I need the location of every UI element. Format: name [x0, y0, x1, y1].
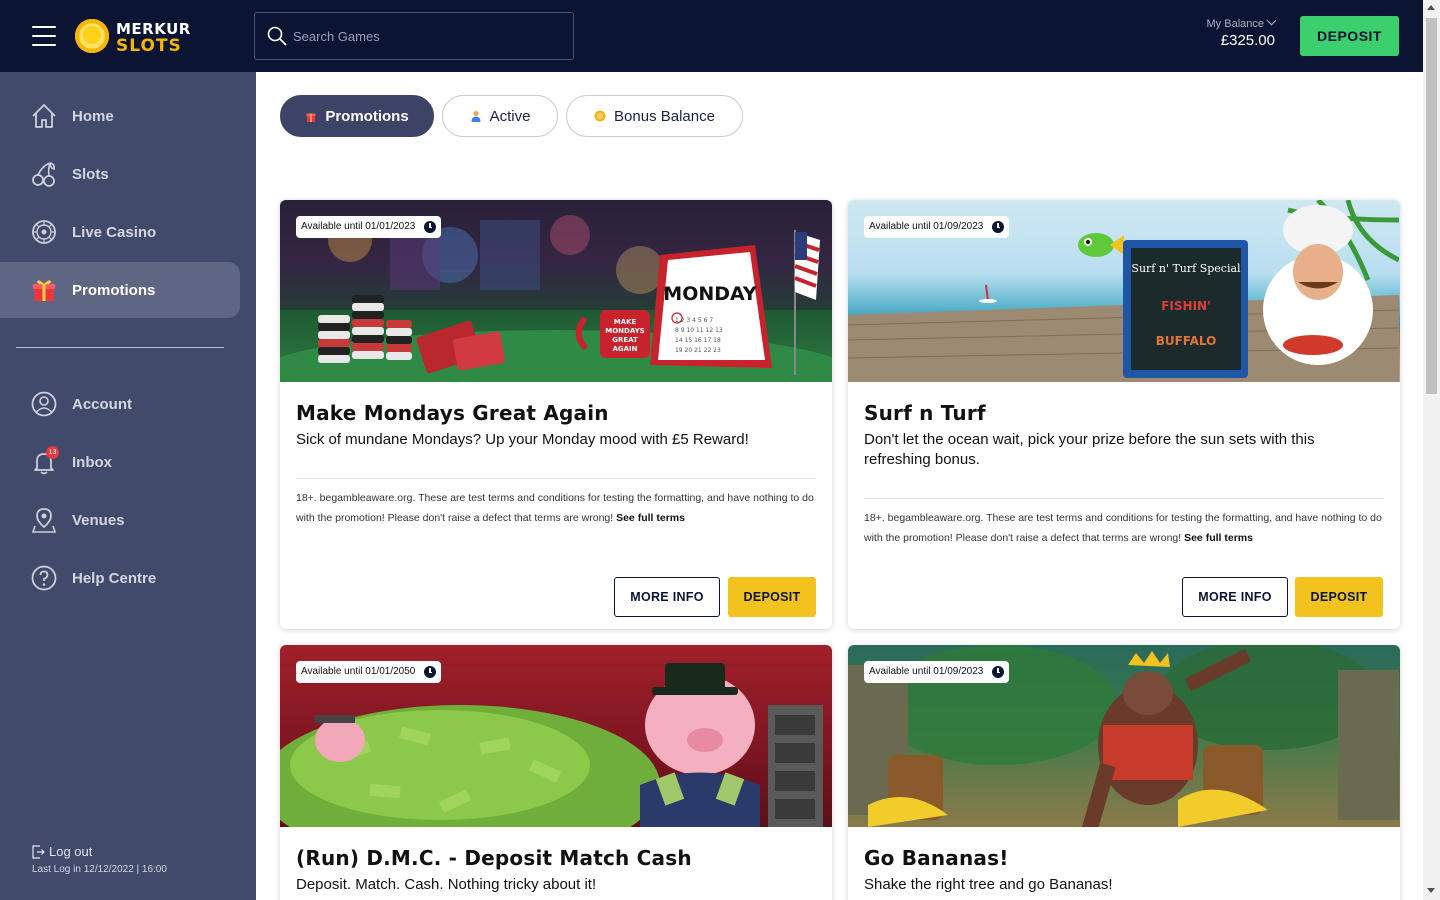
promotion-description: Don't let the ocean wait, pick your priz…	[864, 431, 1315, 468]
promotion-description: Sick of mundane Mondays? Up your Monday …	[296, 431, 749, 448]
balance-label: My Balance	[1206, 18, 1264, 30]
tab-bonus-balance[interactable]: Bonus Balance	[566, 95, 743, 137]
deposit-button[interactable]: DEPOSIT	[1295, 577, 1383, 617]
search-icon	[267, 26, 287, 46]
svg-text:19 20 21 22 23: 19 20 21 22 23	[675, 347, 721, 354]
search-input[interactable]	[293, 13, 563, 59]
inbox-badge: 13	[46, 446, 59, 459]
roulette-icon	[32, 220, 56, 244]
promotion-title: Make Mondays Great Again	[296, 401, 609, 425]
scroll-down-arrow-icon[interactable]	[1427, 888, 1435, 893]
logout-icon	[32, 844, 45, 859]
svg-text:BUFFALO: BUFFALO	[1156, 334, 1217, 348]
logout-link[interactable]: Log out	[32, 844, 92, 859]
availability-badge: Available until 01/09/2023	[864, 661, 1010, 683]
tab-active[interactable]: Active	[442, 95, 558, 137]
sidebar-item-help-centre[interactable]: Help Centre	[0, 550, 240, 606]
see-full-terms-link[interactable]: See full terms	[616, 512, 685, 524]
help-icon	[31, 565, 57, 591]
scroll-up-arrow-icon[interactable]	[1427, 5, 1435, 10]
promotion-banner-image: Available until 01/01/2050	[280, 645, 832, 827]
coin-icon	[594, 110, 606, 122]
sidebar: Home Slots Live Casino Promotions Accoun…	[0, 72, 256, 900]
balance-amount: £325.00	[1220, 32, 1275, 49]
sidebar-divider	[16, 347, 224, 348]
promotion-card: MAKE MONDAYS GREAT AGAIN MONDAY 1 2 3 4 …	[280, 200, 832, 629]
gift-icon	[306, 113, 316, 122]
balance-display[interactable]: My Balance £325.00	[1206, 15, 1277, 49]
svg-text:MONDAYS: MONDAYS	[605, 327, 644, 335]
see-full-terms-link[interactable]: See full terms	[1184, 532, 1253, 544]
tab-label: Bonus Balance	[614, 107, 715, 125]
promotion-card: Available until 01/01/2050 (Run) D.M.C. …	[280, 645, 832, 900]
promotion-title: (Run) D.M.C. - Deposit Match Cash	[296, 846, 692, 870]
clock-icon	[424, 666, 437, 678]
promotion-card: Available until 01/09/2023 Go Bananas! S…	[848, 645, 1400, 900]
availability-badge: Available until 01/01/2023	[296, 216, 442, 238]
promotion-card: Surf n' Turf Special FISHIN' BUFFALO Ava…	[848, 200, 1400, 629]
promotion-title: Surf n Turf	[864, 401, 986, 425]
clock-icon	[992, 666, 1005, 678]
menu-icon[interactable]	[32, 26, 56, 46]
header-deposit-button[interactable]: DEPOSIT	[1300, 16, 1399, 56]
svg-text:8 9 10 11 12 13: 8 9 10 11 12 13	[675, 327, 723, 334]
more-info-button[interactable]: MORE INFO	[614, 577, 720, 617]
chevron-down-icon	[1266, 15, 1277, 26]
top-bar: MERKUR SLOTS My Balance £325.00 DEPOSIT	[0, 0, 1423, 72]
promotion-banner-image: MAKE MONDAYS GREAT AGAIN MONDAY 1 2 3 4 …	[280, 200, 832, 382]
more-info-button[interactable]: MORE INFO	[1182, 577, 1288, 617]
svg-text:Surf n' Turf Special: Surf n' Turf Special	[1131, 262, 1241, 275]
availability-badge: Available until 01/09/2023	[864, 216, 1010, 238]
card-divider	[864, 498, 1384, 499]
availability-badge: Available until 01/01/2050	[296, 661, 442, 683]
clock-icon	[424, 221, 437, 233]
sidebar-item-slots[interactable]: Slots	[0, 146, 240, 202]
logout-label: Log out	[49, 844, 93, 859]
sidebar-item-account[interactable]: Account	[0, 376, 240, 432]
promotion-banner-image: Surf n' Turf Special FISHIN' BUFFALO Ava…	[848, 200, 1400, 382]
svg-text:MONDAY: MONDAY	[663, 283, 757, 305]
sidebar-item-live-casino[interactable]: Live Casino	[0, 204, 240, 260]
promotion-terms: 18+. begambleaware.org. These are test t…	[296, 492, 814, 524]
user-icon	[31, 391, 57, 417]
promotion-banner-image: Available until 01/09/2023	[848, 645, 1400, 827]
gift-icon	[33, 280, 55, 301]
scrollbar-thumb[interactable]	[1426, 18, 1437, 394]
card-divider	[296, 478, 816, 479]
sidebar-item-inbox[interactable]: Inbox	[0, 434, 240, 490]
promotion-terms: 18+. begambleaware.org. These are test t…	[864, 512, 1382, 544]
svg-text:14 15 16 17 18: 14 15 16 17 18	[675, 337, 721, 344]
svg-text:FISHIN': FISHIN'	[1161, 299, 1211, 313]
promotion-title: Go Bananas!	[864, 846, 1009, 870]
home-icon	[32, 104, 56, 128]
tab-label: Active	[489, 107, 531, 125]
promotion-description: Shake the right tree and go Bananas!	[864, 876, 1113, 893]
sidebar-item-home[interactable]: Home	[0, 88, 240, 144]
svg-text:MAKE: MAKE	[614, 318, 637, 326]
promotion-description: Deposit. Match. Cash. Nothing tricky abo…	[296, 876, 597, 893]
sidebar-item-venues[interactable]: Venues	[0, 492, 240, 548]
person-icon	[471, 111, 481, 122]
map-pin-icon	[31, 508, 57, 533]
svg-text:GREAT: GREAT	[612, 336, 638, 344]
sidebar-item-promotions[interactable]: Promotions	[0, 262, 240, 318]
cherries-icon	[32, 162, 55, 187]
clock-icon	[992, 221, 1005, 233]
merkur-slots-logo[interactable]: MERKUR SLOTS	[70, 14, 192, 58]
deposit-button[interactable]: DEPOSIT	[728, 577, 816, 617]
tab-promotions[interactable]: Promotions	[280, 95, 434, 137]
search-box[interactable]	[254, 12, 574, 60]
tab-label: Promotions	[325, 107, 409, 125]
last-login: Last Log in 12/12/2022 | 16:00	[32, 864, 167, 875]
svg-text:AGAIN: AGAIN	[612, 345, 637, 353]
